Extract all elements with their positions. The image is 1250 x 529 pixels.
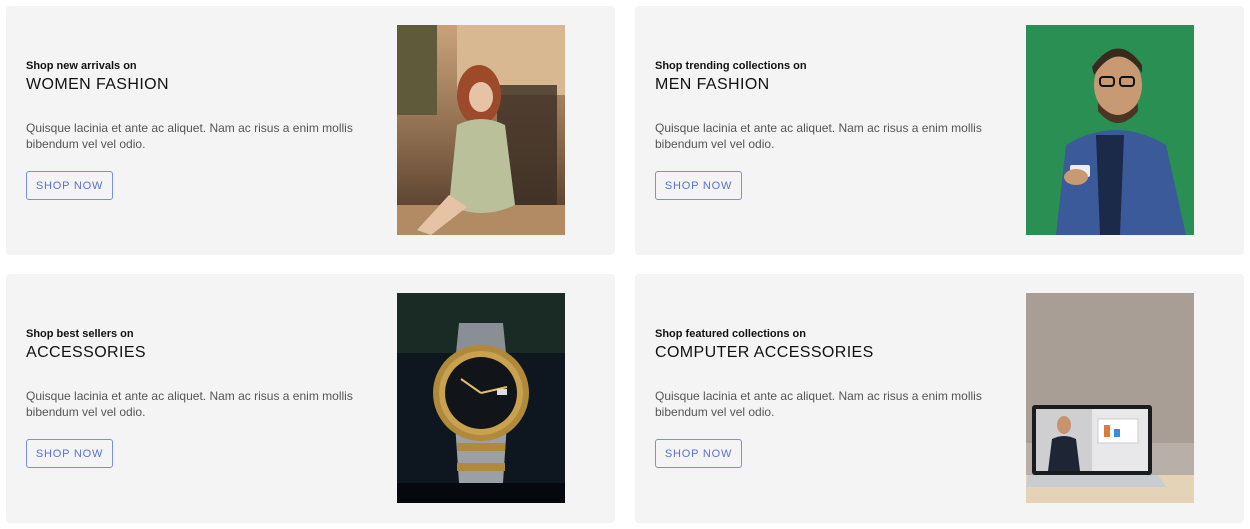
man-photo-image [1026,25,1194,235]
card-title: ACCESSORIES [26,344,146,361]
shop-now-button[interactable]: SHOP NOW [26,171,113,200]
category-banner-grid: Shop new arrivals on WOMEN FASHION Quisq… [0,0,1250,529]
laptop-video-call-photo [1026,293,1194,503]
card-description: Quisque lacinia et ante ac aliquet. Nam … [26,121,353,151]
wristwatch-photo [397,293,565,503]
category-card-men-fashion: Shop trending collections on MEN FASHION… [635,6,1244,255]
card-kicker: Shop new arrivals on [26,60,137,72]
card-text: Shop featured collections on COMPUTER AC… [655,328,995,420]
card-description: Quisque lacinia et ante ac aliquet. Nam … [655,121,982,151]
shop-now-button[interactable]: SHOP NOW [655,439,742,468]
card-description: Quisque lacinia et ante ac aliquet. Nam … [655,389,982,419]
category-card-computer-accessories: Shop featured collections on COMPUTER AC… [635,274,1244,523]
card-text: Shop new arrivals on WOMEN FASHION Quisq… [26,60,366,152]
card-description: Quisque lacinia et ante ac aliquet. Nam … [26,389,353,419]
watch-photo-image [397,293,565,503]
card-kicker: Shop featured collections on [655,328,806,340]
woman-in-floral-dress-photo [397,25,565,235]
category-card-women-fashion: Shop new arrivals on WOMEN FASHION Quisq… [6,6,615,255]
card-title: MEN FASHION [655,76,770,93]
laptop-photo-image [1026,293,1194,503]
category-card-accessories: Shop best sellers on ACCESSORIES Quisque… [6,274,615,523]
card-title: COMPUTER ACCESSORIES [655,344,874,361]
card-text: Shop trending collections on MEN FASHION… [655,60,995,152]
shop-now-button[interactable]: SHOP NOW [26,439,113,468]
man-with-phone-photo [1026,25,1194,235]
card-text: Shop best sellers on ACCESSORIES Quisque… [26,328,366,420]
shop-now-button[interactable]: SHOP NOW [655,171,742,200]
card-kicker: Shop trending collections on [655,60,807,72]
card-title: WOMEN FASHION [26,76,169,93]
card-kicker: Shop best sellers on [26,328,134,340]
woman-photo-image [397,25,565,235]
